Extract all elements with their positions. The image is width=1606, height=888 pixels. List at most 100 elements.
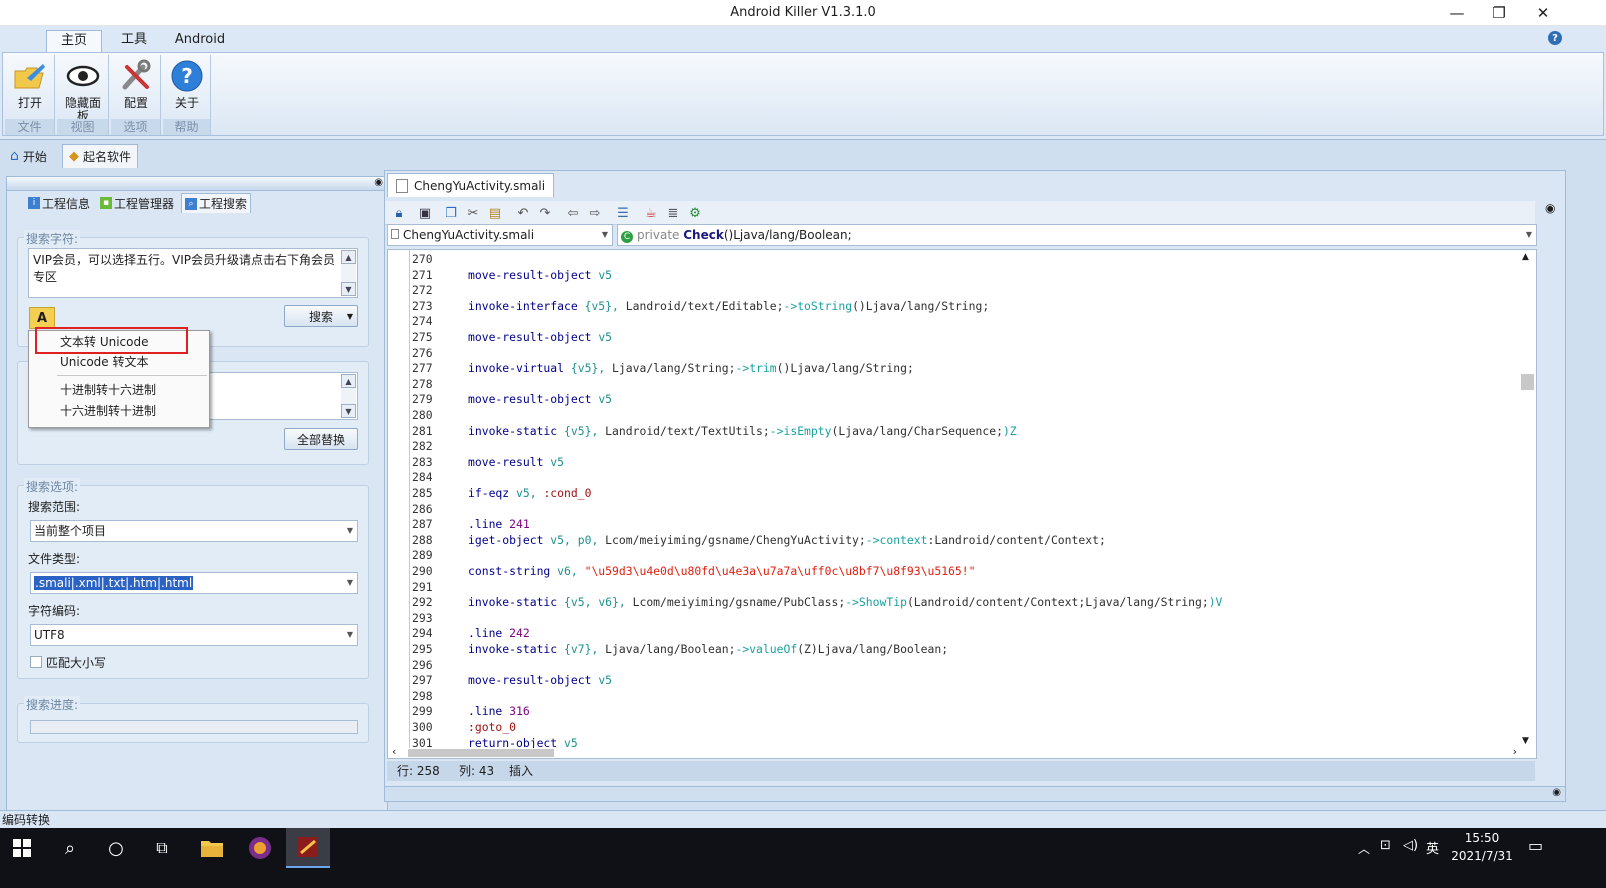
editor-tab[interactable]: ChengYuActivity.smali <box>387 173 555 197</box>
code-line[interactable]: move-result-object v5 <box>468 673 612 689</box>
network-icon[interactable]: ⊡ <box>1380 838 1391 853</box>
code-line[interactable]: .line 242 <box>468 626 530 642</box>
list-icon[interactable]: ≣ <box>665 205 681 221</box>
eye-icon[interactable]: ◉ <box>1552 787 1561 798</box>
search-input-scrollbar[interactable]: ▲ ▼ <box>341 250 356 296</box>
ribbon: 主页 工具 Android ? 打开 文件 隐藏面板 视图 配置 选项 ? 关于… <box>0 26 1606 140</box>
tab-tools[interactable]: 工具 <box>110 30 158 52</box>
filetype-select[interactable]: .smali|.xml|.txt|.htm|.html ▼ <box>30 572 358 594</box>
hide-panel-button[interactable]: 隐藏面板 <box>60 57 106 123</box>
code-line[interactable]: move-result v5 <box>468 455 564 471</box>
subtab-project-manager[interactable]: ▪ 工程管理器 <box>97 193 177 213</box>
open-button[interactable]: 打开 <box>7 57 53 110</box>
minimize-button[interactable]: — <box>1434 0 1480 26</box>
lock-icon[interactable]: 🔒︎ <box>391 205 407 221</box>
tab-home[interactable]: 主页 <box>46 30 102 52</box>
search-input[interactable]: VIP会员，可以选择五行。VIP会员升级请点击右下角会员专区 ▲ ▼ <box>28 248 358 298</box>
notification-icon[interactable]: ▭ <box>1528 836 1543 855</box>
replace-input-scrollbar[interactable]: ▲ ▼ <box>341 374 356 418</box>
subtab-project-info[interactable]: i 工程信息 <box>25 193 93 213</box>
code-line[interactable]: move-result-object v5 <box>468 268 612 284</box>
tab-start[interactable]: ⌂ 开始 <box>4 144 53 168</box>
open-label: 打开 <box>17 96 42 110</box>
chevron-down-icon[interactable]: ▼ <box>347 312 353 321</box>
code-line[interactable]: invoke-static {v7}, Ljava/lang/Boolean;-… <box>468 642 948 658</box>
restore-button[interactable]: ❐ <box>1476 0 1522 26</box>
volume-icon[interactable]: ◁) <box>1403 838 1418 853</box>
left-panel: ◉ i 工程信息 ▪ 工程管理器 ⌕ 工程搜索 搜索字符: VIP会员，可以选择… <box>6 176 388 816</box>
code-line[interactable]: .line 316 <box>468 704 530 720</box>
file-select[interactable]: ChengYuActivity.smali ▼ <box>387 224 613 246</box>
cortana-icon[interactable]: ○ <box>94 828 138 868</box>
replace-all-button[interactable]: 全部替换 <box>284 428 358 450</box>
scope-select[interactable]: 当前整个项目 ▼ <box>30 520 358 542</box>
paste-icon[interactable]: ▤ <box>487 205 503 221</box>
back-icon[interactable]: ⇦ <box>565 205 581 221</box>
method-select[interactable]: Cprivate Check()Ljava/lang/Boolean; ▼ <box>617 224 1537 246</box>
editor-toolbar: 🔒︎ ▣ ❐ ✂ ▤ ↶ ↷ ⇦ ⇨ ☰ ☕︎ ≣ ⚙ <box>385 201 1535 225</box>
code-line[interactable]: invoke-virtual {v5}, Ljava/lang/String;-… <box>468 361 914 377</box>
eye-icon[interactable]: ◉ <box>1545 201 1555 215</box>
copy-icon[interactable]: ❐ <box>443 205 459 221</box>
code-line[interactable]: invoke-interface {v5}, Landroid/text/Edi… <box>468 299 989 315</box>
code-line[interactable]: .line 241 <box>468 517 530 533</box>
cut-icon[interactable]: ✂ <box>465 205 481 221</box>
scroll-up-icon[interactable]: ▲ <box>1522 252 1529 262</box>
windows-start-icon[interactable] <box>0 828 44 868</box>
chevron-up-icon[interactable]: ︿ <box>1358 840 1370 857</box>
scroll-thumb[interactable] <box>1521 374 1534 390</box>
menu-item-dec-to-hex[interactable]: 十进制转十六进制 <box>30 380 208 400</box>
android-killer-taskbar-icon[interactable] <box>286 828 330 868</box>
code-line[interactable]: invoke-static {v5}, Landroid/text/TextUt… <box>468 424 1017 440</box>
tab-android[interactable]: Android <box>168 30 232 52</box>
menu-item-hex-to-dec[interactable]: 十六进制转十进制 <box>30 401 208 421</box>
redo-icon[interactable]: ↷ <box>537 205 553 221</box>
task-view-icon[interactable]: ⧉ <box>140 828 184 868</box>
help-icon[interactable]: ? <box>1548 31 1562 45</box>
code-line[interactable]: iget-object v5, p0, Lcom/meiyiming/gsnam… <box>468 533 1106 549</box>
save-icon[interactable]: ▣ <box>417 205 433 221</box>
code-line[interactable]: if-eqz v5, :cond_0 <box>468 486 591 502</box>
code-line[interactable]: move-result-object v5 <box>468 330 612 346</box>
config-button[interactable]: 配置 <box>113 57 159 110</box>
search-icon: ⌕ <box>185 197 197 210</box>
editor-hscrollbar[interactable]: ‹ › <box>388 745 1521 758</box>
scroll-up-icon[interactable]: ▲ <box>341 374 356 388</box>
run-icon[interactable]: ⚙ <box>687 205 703 221</box>
line-number: 275 <box>412 330 433 344</box>
undo-icon[interactable]: ↶ <box>515 205 531 221</box>
editor-vscrollbar[interactable]: ▲ ▼ <box>1519 250 1536 750</box>
search-button[interactable]: 搜索 ▼ <box>284 305 358 327</box>
line-number: 285 <box>412 486 433 500</box>
code-line[interactable]: move-result-object v5 <box>468 392 612 408</box>
forward-icon[interactable]: ⇨ <box>587 205 603 221</box>
java-icon[interactable]: ☕︎ <box>643 205 659 221</box>
scroll-down-icon[interactable]: ▼ <box>1522 736 1529 746</box>
encode-convert-icon[interactable]: A <box>29 307 55 329</box>
scroll-right-icon[interactable]: › <box>1513 745 1517 758</box>
match-case-checkbox[interactable] <box>30 656 42 668</box>
file-explorer-icon[interactable] <box>190 828 234 868</box>
subtab-project-search[interactable]: ⌕ 工程搜索 <box>181 193 252 213</box>
eye-icon[interactable]: ◉ <box>374 177 383 188</box>
code-editor[interactable]: 270 271 move-result-object v5 272 273 invoke-… <box>387 249 1537 759</box>
menu-item-unicode-to-text[interactable]: Unicode 转文本 <box>30 352 208 372</box>
close-button[interactable]: ✕ <box>1520 0 1566 26</box>
line-number: 282 <box>412 439 433 454</box>
scroll-up-icon[interactable]: ▲ <box>341 250 356 264</box>
ime-indicator[interactable]: 英 <box>1426 838 1439 857</box>
encoding-select[interactable]: UTF8 ▼ <box>30 624 358 646</box>
hscroll-thumb[interactable] <box>408 749 554 757</box>
code-line[interactable]: :goto_0 <box>468 720 516 736</box>
search-icon[interactable]: ⌕ <box>48 828 92 868</box>
code-line[interactable]: const-string v6, "\u59d3\u4e0d\u80fd\u4e… <box>468 564 976 580</box>
tab-project-label: 起名软件 <box>83 150 132 164</box>
scroll-left-icon[interactable]: ‹ <box>392 745 396 758</box>
format-icon[interactable]: ☰ <box>615 205 631 221</box>
code-line[interactable]: invoke-static {v5, v6}, Lcom/meiyiming/g… <box>468 595 1222 611</box>
about-button[interactable]: ? 关于 <box>164 57 210 110</box>
scroll-down-icon[interactable]: ▼ <box>341 282 356 296</box>
app-icon[interactable] <box>238 828 282 868</box>
scroll-down-icon[interactable]: ▼ <box>341 404 356 418</box>
tab-project[interactable]: ◆ 起名软件 <box>62 144 139 168</box>
